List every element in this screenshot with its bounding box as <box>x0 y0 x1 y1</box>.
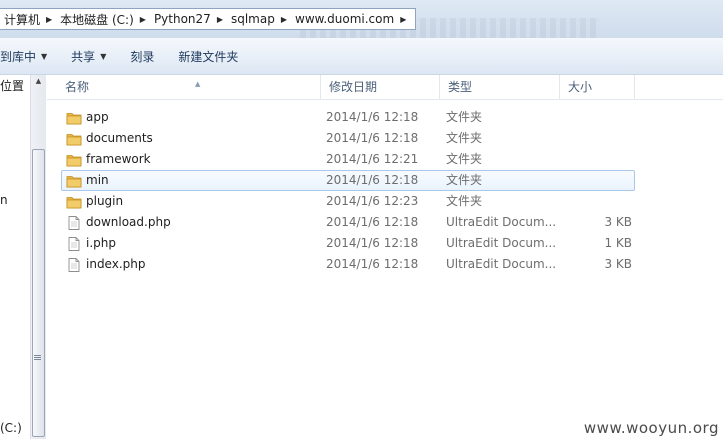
column-date[interactable]: 修改日期 <box>321 75 440 99</box>
column-name[interactable]: 名称 ▲ <box>57 75 321 99</box>
share-button[interactable]: 共享 ▼ <box>63 43 114 69</box>
file-size: 3 KB <box>604 257 632 271</box>
file-type: 文件夹 <box>446 110 483 124</box>
document-icon <box>66 257 82 273</box>
folder-icon <box>66 152 82 168</box>
file-date: 2014/1/6 12:21 <box>326 152 419 166</box>
folder-icon <box>66 173 82 189</box>
file-date: 2014/1/6 12:18 <box>326 110 419 124</box>
file-name: min <box>86 173 109 187</box>
nav-scrollbar[interactable]: ▲ <box>30 75 46 439</box>
nav-scrollbar-thumb[interactable] <box>32 149 45 437</box>
address-bar: 计算机 ▶ 本地磁盘 (C:) ▶ Python27 ▶ sqlmap ▶ ww… <box>0 0 723 38</box>
share-label: 共享 <box>71 49 96 64</box>
file-type: 文件夹 <box>446 194 483 208</box>
file-row[interactable]: i.php 2014/1/6 12:18 UltraEdit Docum... 1 K… <box>61 233 635 254</box>
file-name: index.php <box>86 257 146 271</box>
chevron-right-icon[interactable]: ▶ <box>217 15 223 24</box>
file-size <box>566 108 632 127</box>
column-type-label: 类型 <box>448 80 473 94</box>
file-row[interactable]: framework 2014/1/6 12:21 文件夹 <box>61 149 635 170</box>
file-size: 1 KB <box>604 236 632 250</box>
chevron-right-icon[interactable]: ▶ <box>281 15 287 24</box>
chevron-right-icon[interactable]: ▶ <box>140 15 146 24</box>
include-in-library-label: 到库中 <box>0 49 37 64</box>
file-size <box>566 129 632 148</box>
file-name: documents <box>86 131 153 145</box>
document-icon <box>66 215 82 231</box>
include-in-library-button[interactable]: 到库中 ▼ <box>0 43 55 69</box>
breadcrumb-label: sqlmap <box>230 12 275 26</box>
breadcrumb-sqlmap[interactable]: sqlmap ▶ <box>229 9 293 29</box>
breadcrumb-local-disk[interactable]: 本地磁盘 (C:) ▶ <box>58 9 152 29</box>
burn-label: 刻录 <box>130 49 155 64</box>
breadcrumb-label: 计算机 <box>4 12 41 27</box>
file-date: 2014/1/6 12:18 <box>326 236 419 250</box>
file-row[interactable]: app 2014/1/6 12:18 文件夹 <box>61 107 635 128</box>
column-size-label: 大小 <box>568 80 593 94</box>
file-row[interactable]: download.php 2014/1/6 12:18 UltraEdit Docu… <box>61 212 635 233</box>
file-type: 文件夹 <box>446 173 483 187</box>
breadcrumb[interactable]: 计算机 ▶ 本地磁盘 (C:) ▶ Python27 ▶ sqlmap ▶ ww… <box>0 8 416 30</box>
breadcrumb-label: www.duomi.com <box>295 12 395 26</box>
breadcrumb-label: 本地磁盘 (C:) <box>60 12 134 27</box>
command-bar: 到库中 ▼ 共享 ▼ 刻录 新建文件夹 <box>0 38 723 75</box>
breadcrumb-computer[interactable]: 计算机 ▶ <box>2 9 58 29</box>
column-type[interactable]: 类型 <box>440 75 560 99</box>
file-type: UltraEdit Docum... <box>446 257 557 271</box>
sort-ascending-icon: ▲ <box>195 80 201 88</box>
breadcrumb-python27[interactable]: Python27 ▶ <box>152 9 229 29</box>
file-type: UltraEdit Docum... <box>446 236 557 250</box>
breadcrumb-duomi[interactable]: www.duomi.com ▶ <box>293 9 412 29</box>
chevron-right-icon[interactable]: ▶ <box>400 15 406 24</box>
file-name: i.php <box>86 236 116 250</box>
document-icon <box>66 236 82 252</box>
column-name-label: 名称 <box>65 80 90 94</box>
chevron-down-icon: ▼ <box>100 51 107 61</box>
chevron-right-icon[interactable]: ▶ <box>46 15 52 24</box>
file-size: 3 KB <box>604 215 632 229</box>
file-date: 2014/1/6 12:18 <box>326 131 419 145</box>
grip-icon <box>34 355 41 361</box>
column-size[interactable]: 大小 <box>560 75 635 99</box>
file-size <box>566 192 632 211</box>
nav-item-partial[interactable]: n <box>0 193 8 207</box>
file-date: 2014/1/6 12:23 <box>326 194 419 208</box>
file-name: plugin <box>86 194 124 208</box>
file-name: download.php <box>86 215 171 229</box>
file-list: 名称 ▲ 修改日期 类型 大小 app 2014/1/6 12:18 文件夹 docu… <box>47 75 723 439</box>
file-name: app <box>86 110 109 124</box>
column-header: 名称 ▲ 修改日期 类型 大小 <box>47 75 723 100</box>
folder-icon <box>66 194 82 210</box>
file-row[interactable]: documents 2014/1/6 12:18 文件夹 <box>61 128 635 149</box>
folder-icon <box>66 131 82 147</box>
nav-item-location[interactable]: 位置 <box>0 77 24 94</box>
watermark: www.wooyun.org <box>583 419 719 437</box>
nav-item-drive[interactable]: (C:) <box>0 421 22 435</box>
file-date: 2014/1/6 12:18 <box>326 215 419 229</box>
burn-button[interactable]: 刻录 <box>122 43 162 69</box>
chevron-down-icon: ▼ <box>41 51 48 61</box>
new-folder-label: 新建文件夹 <box>178 49 239 64</box>
breadcrumb-label: Python27 <box>153 12 211 26</box>
file-type: UltraEdit Docum... <box>446 215 557 229</box>
file-row[interactable]: min 2014/1/6 12:18 文件夹 <box>61 170 635 191</box>
column-date-label: 修改日期 <box>329 80 378 94</box>
file-row[interactable]: index.php 2014/1/6 12:18 UltraEdit Docum..… <box>61 254 635 275</box>
file-name: framework <box>86 152 151 166</box>
scroll-up-icon[interactable]: ▲ <box>31 77 46 85</box>
file-date: 2014/1/6 12:18 <box>326 257 419 271</box>
navigation-pane: 位置 n (C:) ▲ <box>0 75 46 439</box>
file-type: 文件夹 <box>446 131 483 145</box>
file-row[interactable]: plugin 2014/1/6 12:23 文件夹 <box>61 191 635 212</box>
file-date: 2014/1/6 12:18 <box>326 173 419 187</box>
file-type: 文件夹 <box>446 152 483 166</box>
file-size <box>566 171 632 190</box>
folder-icon <box>66 110 82 126</box>
new-folder-button[interactable]: 新建文件夹 <box>170 43 246 69</box>
file-size <box>566 150 632 169</box>
